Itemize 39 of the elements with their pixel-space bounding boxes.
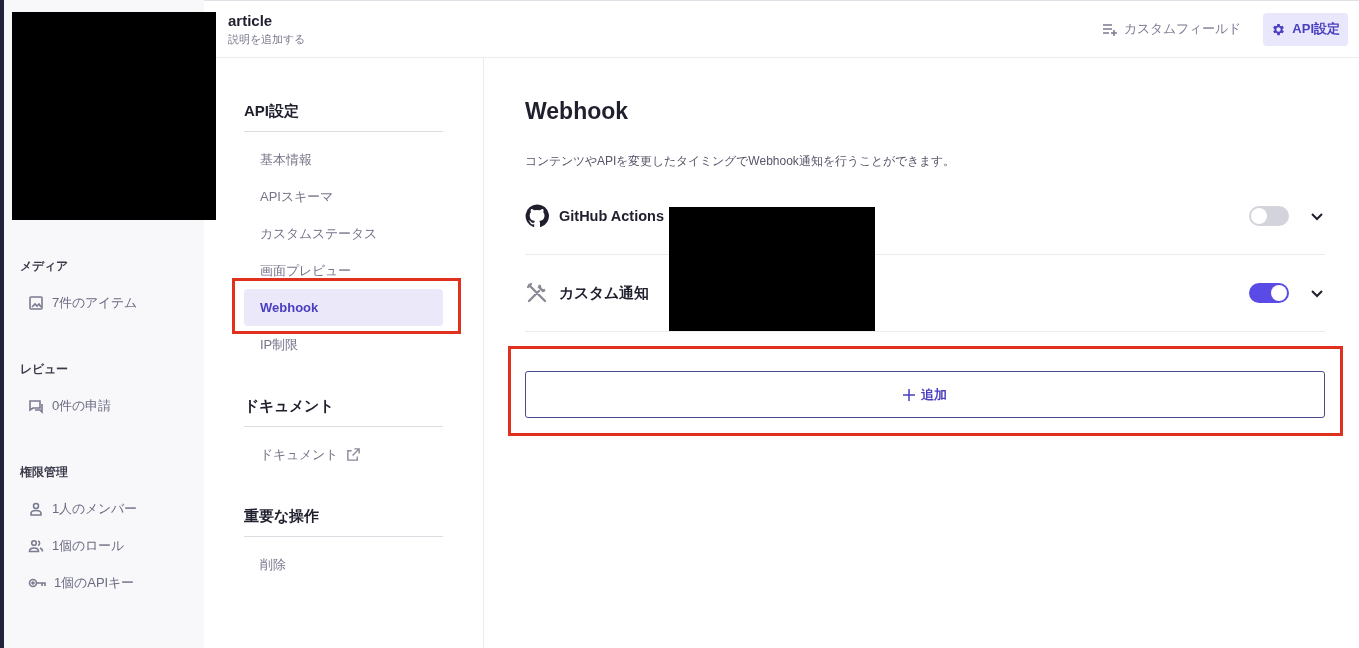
nav-item[interactable]: APIスキーマ — [244, 178, 443, 215]
webhook-name: カスタム通知 — [559, 283, 650, 303]
sidebar-item[interactable]: 7件のアイテム — [4, 284, 204, 321]
sidebar-section-title: レビュー — [19, 361, 69, 377]
nav-section-title: API設定 — [244, 94, 443, 132]
person-icon — [28, 500, 44, 517]
people-icon — [28, 537, 44, 554]
add-button[interactable]: 追加 — [525, 371, 1325, 418]
webhook-name: GitHub Actions — [559, 208, 665, 224]
nav-item[interactable]: 削除 — [244, 546, 443, 583]
sidebar-item[interactable]: 0件の申請 — [4, 387, 204, 424]
toggle-switch[interactable] — [1249, 206, 1289, 226]
page-description: コンテンツやAPIを変更したタイミングでWebhook通知を行うことができます。 — [525, 153, 956, 170]
sidebar-item[interactable]: 1個のAPIキー — [4, 564, 204, 601]
nav-item[interactable]: 基本情報 — [244, 141, 443, 178]
nav-section-title: ドキュメント — [244, 389, 443, 427]
description-link[interactable]: 説明を追加する — [228, 31, 305, 47]
github-logo-icon — [525, 204, 549, 228]
image-icon — [28, 294, 44, 311]
nav-item[interactable]: IP制限 — [244, 326, 443, 363]
list-add-icon — [1102, 21, 1119, 37]
sidebar-item[interactable]: 1個のロール — [4, 527, 204, 564]
plus-icon — [903, 388, 915, 401]
sidebar-section-title: 権限管理 — [19, 464, 69, 480]
tools-icon — [525, 281, 549, 305]
api-title: article — [228, 11, 274, 29]
api-settings-button[interactable]: API設定 — [1263, 12, 1348, 46]
custom-field-button[interactable]: カスタムフィールド — [1094, 12, 1250, 46]
sidebar-section-title: メディア — [19, 258, 69, 274]
nav-item[interactable]: Webhook — [244, 289, 443, 326]
toggle-switch[interactable] — [1249, 283, 1289, 303]
nav-section-title: 重要な操作 — [244, 499, 443, 537]
chat-icon — [28, 397, 44, 414]
nav-item[interactable]: ドキュメント — [244, 436, 443, 473]
sidebar-item[interactable]: 1人のメンバー — [4, 490, 204, 527]
page-title: Webhook — [525, 98, 630, 125]
settings-icon — [1271, 21, 1287, 37]
nav-item[interactable]: 画面プレビュー — [244, 252, 443, 289]
nav-item[interactable]: カスタムステータス — [244, 215, 443, 252]
